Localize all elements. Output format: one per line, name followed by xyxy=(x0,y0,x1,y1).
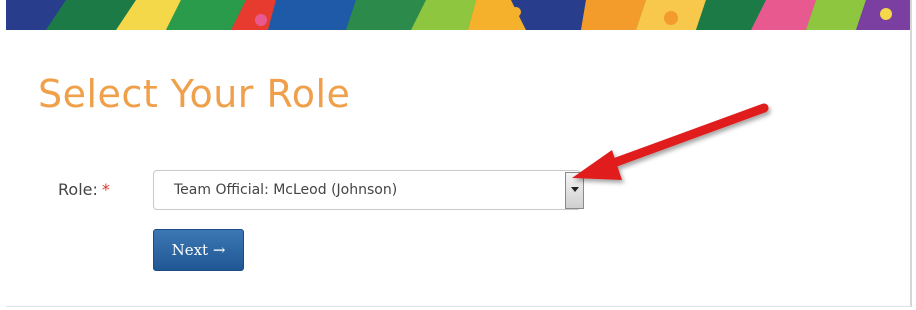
chevron-down-icon xyxy=(571,187,579,192)
header-banner xyxy=(6,0,910,30)
role-label: Role: * xyxy=(58,180,110,199)
role-select-value: Team Official: McLeod (Johnson) xyxy=(174,182,398,198)
page-title: Select Your Role xyxy=(38,72,351,116)
role-label-text: Role: xyxy=(58,180,98,199)
required-marker: * xyxy=(101,180,110,199)
banner-mosaic xyxy=(6,0,910,30)
page-frame: Select Your Role Role: * Team Official: M… xyxy=(6,0,912,307)
dropdown-toggle-button[interactable] xyxy=(565,172,584,209)
role-select[interactable]: Team Official: McLeod (Johnson) xyxy=(153,170,584,210)
next-button[interactable]: Next → xyxy=(153,229,244,271)
